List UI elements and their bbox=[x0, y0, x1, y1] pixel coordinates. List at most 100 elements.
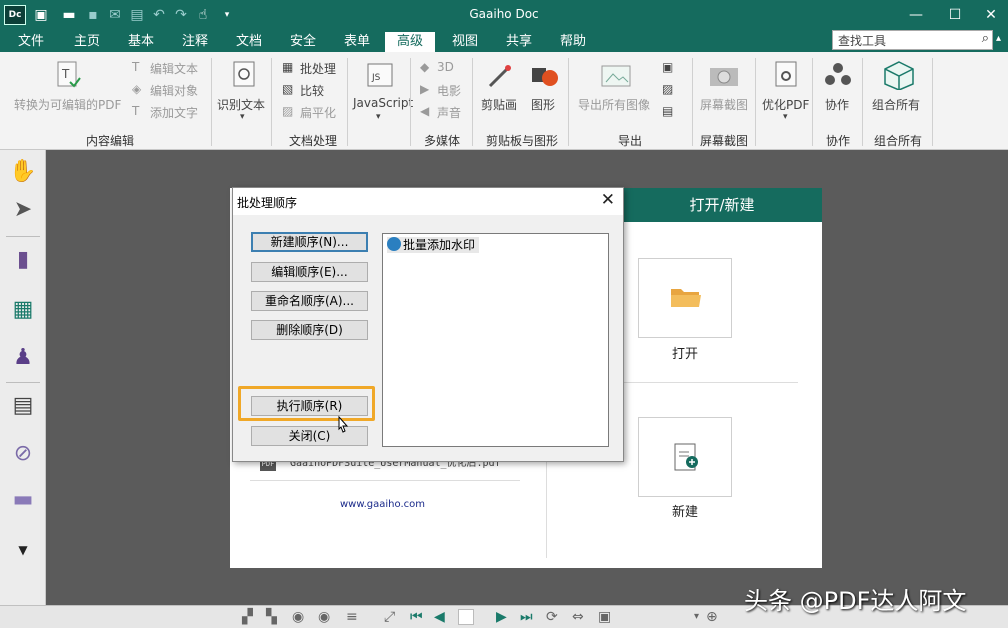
batch-button[interactable]: 批处理 bbox=[300, 60, 336, 77]
javascript-dropdown-icon[interactable]: ▾ bbox=[376, 112, 381, 122]
search-tools-input[interactable]: 查找工具 ⌕ bbox=[832, 30, 993, 50]
new-label[interactable]: 新建 bbox=[638, 501, 732, 520]
open-file-card[interactable] bbox=[638, 258, 732, 338]
javascript-icon: JS bbox=[367, 63, 393, 87]
open-label[interactable]: 打开 bbox=[638, 343, 732, 362]
combine-all-button[interactable]: 组合所有 bbox=[872, 96, 920, 113]
flatten-button[interactable]: 扁平化 bbox=[300, 104, 336, 121]
more-tools-icon[interactable]: ▼ bbox=[8, 534, 38, 566]
zoom-in-icon[interactable]: ⊕ bbox=[706, 609, 718, 625]
menu-help[interactable]: 帮助 bbox=[548, 32, 598, 52]
convert-editable-button[interactable]: 转换为可编辑的PDF bbox=[14, 96, 121, 113]
movie-button[interactable]: 电影 bbox=[437, 82, 461, 99]
menu-share[interactable]: 共享 bbox=[494, 32, 544, 52]
export-images-icon bbox=[601, 65, 631, 87]
export-doc-icon[interactable]: ▤ bbox=[662, 104, 673, 118]
menu-file[interactable]: 文件 bbox=[6, 32, 56, 52]
next-view-icon[interactable]: ◉ bbox=[318, 609, 330, 625]
ocr-button[interactable]: 识别文本 bbox=[217, 96, 265, 113]
clipart-button[interactable]: 剪贴画 bbox=[481, 96, 517, 113]
zoom-dropdown-icon[interactable]: ▾ bbox=[694, 609, 699, 625]
fit-icon[interactable]: ⤢ bbox=[384, 609, 395, 625]
optimize-dropdown-icon[interactable]: ▾ bbox=[783, 112, 788, 122]
fit-page-icon[interactable]: ▣ bbox=[598, 609, 611, 625]
two-page-icon[interactable]: ▚ bbox=[266, 609, 277, 625]
svg-text:JS: JS bbox=[371, 73, 381, 83]
delete-sequence-button[interactable]: 删除顺序(D) bbox=[251, 320, 368, 340]
separator bbox=[568, 58, 569, 146]
fit-width-icon[interactable]: ⇔ bbox=[572, 609, 584, 625]
next-page-icon[interactable]: ▶ bbox=[496, 609, 507, 625]
3d-button[interactable]: 3D bbox=[437, 60, 454, 74]
ribbon-collapse-icon[interactable]: ▴ bbox=[996, 33, 1001, 44]
menu-basic[interactable]: 基本 bbox=[116, 32, 166, 52]
new-sequence-button[interactable]: 新建顺序(N)... bbox=[251, 232, 368, 252]
export-pdf-icon[interactable]: ▣ bbox=[662, 60, 673, 74]
sound-button[interactable]: 声音 bbox=[437, 104, 461, 121]
compare-button[interactable]: 比较 bbox=[300, 82, 324, 99]
javascript-button[interactable]: JavaScript bbox=[353, 96, 413, 110]
close-window-button[interactable]: ✕ bbox=[973, 3, 1008, 27]
group-multimedia: 多媒体 bbox=[423, 134, 460, 148]
last-page-icon[interactable]: ⏭ bbox=[520, 609, 533, 625]
dialog-close-icon[interactable]: ✕ bbox=[601, 190, 615, 210]
optimize-pdf-button[interactable]: 优化PDF bbox=[762, 96, 809, 113]
separator bbox=[692, 58, 693, 146]
ribbon: T 转换为可编辑的PDF T 编辑文本 ◈ 编辑对象 T 添加文字 内容编辑 识… bbox=[0, 52, 1008, 150]
group-collaborate: 协作 bbox=[825, 134, 850, 148]
group-export: 导出 bbox=[617, 134, 642, 148]
page-layout-icon[interactable]: ≡ bbox=[346, 609, 358, 625]
menu-comment[interactable]: 注释 bbox=[170, 32, 220, 52]
search-icon[interactable]: ⌕ bbox=[982, 31, 989, 46]
menu-view[interactable]: 视图 bbox=[440, 32, 490, 52]
website-link[interactable]: www.gaaiho.com bbox=[340, 499, 425, 510]
edit-object-button[interactable]: 编辑对象 bbox=[150, 82, 198, 99]
collaborate-button[interactable]: 协作 bbox=[825, 96, 849, 113]
hand-tool-icon[interactable]: ✋ bbox=[8, 156, 38, 188]
dialog-title-bar: 批处理顺序 ✕ bbox=[233, 188, 623, 215]
new-file-card[interactable] bbox=[638, 417, 732, 497]
previous-page-icon[interactable]: ◀ bbox=[434, 609, 445, 625]
single-page-icon[interactable]: ▞ bbox=[242, 609, 253, 625]
page-number-input[interactable] bbox=[458, 609, 474, 625]
menu-document[interactable]: 文档 bbox=[224, 32, 274, 52]
export-image-icon[interactable]: ▨ bbox=[662, 82, 673, 96]
batch-sequence-dialog: 批处理顺序 ✕ 新建顺序(N)... 编辑顺序(E)... 重命名顺序(A)..… bbox=[232, 187, 624, 462]
left-sidebar: ✋ ➤ ▮ ▦ ♟ ▤ ⊘ ▬ ▼ bbox=[0, 150, 46, 605]
separator bbox=[932, 58, 933, 146]
previous-view-icon[interactable]: ◉ bbox=[292, 609, 304, 625]
add-text-button[interactable]: 添加文字 bbox=[150, 104, 198, 121]
shapes-button[interactable]: 图形 bbox=[531, 96, 555, 113]
menu-forms[interactable]: 表单 bbox=[332, 32, 382, 52]
bookmark-icon[interactable]: ▮ bbox=[8, 244, 38, 276]
minimize-button[interactable]: — bbox=[898, 3, 934, 27]
svg-text:T: T bbox=[61, 67, 70, 81]
batch-icon: ▦ bbox=[282, 60, 294, 74]
security-doc-icon[interactable]: ▤ bbox=[8, 390, 38, 422]
screenshot-button[interactable]: 屏幕截图 bbox=[700, 96, 748, 113]
menu-security[interactable]: 安全 bbox=[278, 32, 328, 52]
open-new-header: 打开/新建 bbox=[622, 188, 822, 222]
mouse-cursor-icon bbox=[338, 415, 349, 433]
menu-advanced[interactable]: 高级 bbox=[385, 32, 435, 52]
sequence-list[interactable]: 批量添加水印 bbox=[382, 233, 609, 447]
attachment-icon[interactable]: ⊘ bbox=[8, 438, 38, 470]
maximize-button[interactable]: ☐ bbox=[937, 3, 973, 27]
edit-sequence-button[interactable]: 编辑顺序(E)... bbox=[251, 262, 368, 282]
new-document-icon bbox=[674, 443, 698, 471]
group-doc-processing: 文档处理 bbox=[288, 134, 337, 148]
edit-object-icon: ◈ bbox=[132, 82, 142, 96]
comments-icon[interactable]: ▬ bbox=[8, 484, 38, 516]
export-all-images-button[interactable]: 导出所有图像 bbox=[578, 96, 650, 113]
ocr-dropdown-icon[interactable]: ▾ bbox=[240, 112, 245, 122]
select-arrow-icon[interactable]: ➤ bbox=[8, 194, 38, 226]
first-page-icon[interactable]: ⏮ bbox=[410, 609, 423, 625]
menu-home[interactable]: 主页 bbox=[62, 32, 112, 52]
thumbnails-icon[interactable]: ▦ bbox=[8, 294, 38, 326]
edit-text-button[interactable]: 编辑文本 bbox=[150, 60, 198, 77]
sequence-list-item[interactable]: 批量添加水印 bbox=[387, 237, 480, 253]
rename-sequence-button[interactable]: 重命名顺序(A)... bbox=[251, 291, 368, 311]
rotate-icon[interactable]: ⟳ bbox=[546, 609, 558, 625]
stamp-icon[interactable]: ♟ bbox=[8, 342, 38, 374]
run-sequence-button[interactable]: 执行顺序(R) bbox=[251, 396, 368, 416]
